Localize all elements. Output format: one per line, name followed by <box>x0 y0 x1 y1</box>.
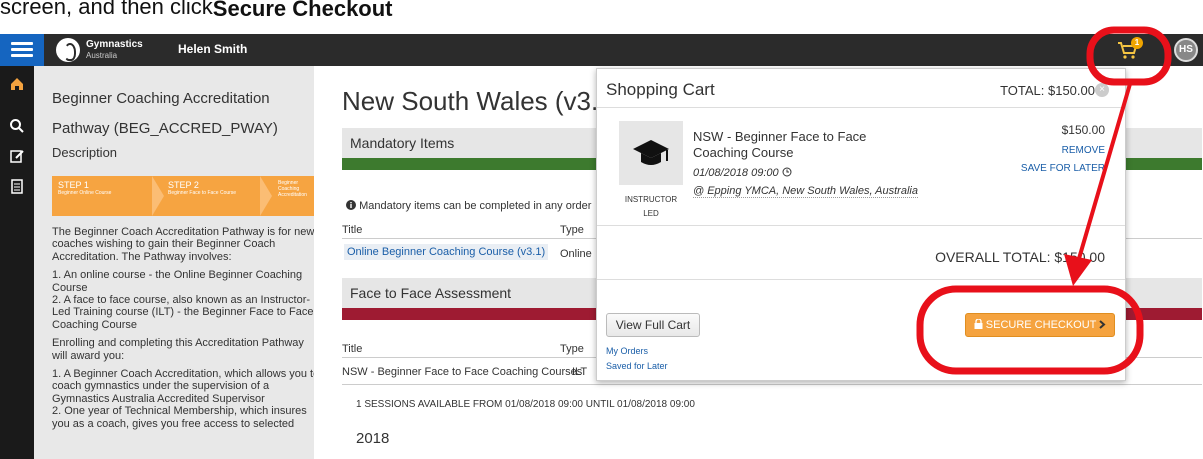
course-link-f2f[interactable]: NSW - Beginner Face to Face Coaching Cou… <box>342 366 582 378</box>
step-title: STEP 2 <box>168 180 199 190</box>
cart-item-price: $150.00 <box>1061 123 1105 137</box>
pathway-title-line2: Pathway (BEG_ACCRED_PWAY) <box>52 120 278 137</box>
pathway-title-line1: Beginner Coaching Accreditation <box>52 90 270 107</box>
overall-total: OVERALL TOTAL: $150.00 <box>935 249 1105 265</box>
format-line: LED <box>643 209 659 218</box>
course-type-f2f: ILT <box>572 366 588 378</box>
cart-title: Shopping Cart <box>606 80 715 99</box>
course-thumbnail <box>619 121 683 185</box>
info-icon <box>346 200 356 210</box>
secure-checkout-label: SECURE CHECKOUT <box>985 319 1097 331</box>
cart-divider <box>597 279 1125 280</box>
top-bar: Gymnastics Australia Helen Smith 1 HS <box>0 34 1203 66</box>
instruction-caption: screen, and then click Secure Checkout <box>0 0 1203 34</box>
chevron-right-icon <box>1099 320 1106 329</box>
pathway-steps: STEP 1 Beginner Online Course STEP 2 Beg… <box>52 176 322 216</box>
table-header-title: Title <box>342 224 363 236</box>
table-header-title: Title <box>342 343 363 355</box>
home-icon[interactable] <box>9 76 25 92</box>
hamburger-menu-icon[interactable] <box>0 34 44 66</box>
avatar[interactable]: HS <box>1174 38 1198 62</box>
secure-checkout-button[interactable]: SECURE CHECKOUT <box>965 313 1115 337</box>
step-2[interactable]: STEP 2 Beginner Face to Face Course <box>168 176 248 216</box>
description-paragraph: The Beginner Coach Accreditation Pathway… <box>52 226 315 263</box>
clipboard-icon[interactable] <box>9 178 25 194</box>
step-separator <box>152 176 164 216</box>
cart-item-name[interactable]: NSW - Beginner Face to Face Coaching Cou… <box>693 129 923 161</box>
mandatory-notice-text: Mandatory items can be completed in any … <box>359 200 592 212</box>
step-title: STEP 1 <box>58 180 89 190</box>
cart-count-badge: 1 <box>1131 37 1143 49</box>
graduation-cap-icon <box>633 140 669 165</box>
cart-total: TOTAL: $150.00 <box>1000 83 1095 98</box>
gymnastics-logo[interactable] <box>56 38 80 62</box>
cart-item-date-text: 01/08/2018 09:00 <box>693 167 779 179</box>
cart-item-location: @ Epping YMCA, New South Wales, Australi… <box>693 185 918 198</box>
table-row: Online Beginner Coaching Course (v3.1) <box>344 244 549 260</box>
close-icon[interactable]: × <box>1095 83 1109 97</box>
edit-icon[interactable] <box>9 148 25 164</box>
description-paragraph: 2. One year of Technical Membership, whi… <box>52 405 307 430</box>
sessions-available: 1 SESSIONS AVAILABLE FROM 01/08/2018 09:… <box>356 399 695 410</box>
user-name: Helen Smith <box>178 42 248 56</box>
course-type-online: Online <box>560 248 592 260</box>
description-paragraph: 2. A face to face course, also known as … <box>52 294 314 331</box>
table-header-type: Type <box>560 343 584 355</box>
search-icon[interactable] <box>9 118 25 134</box>
instruction-prefix: screen, and then click <box>0 0 213 19</box>
clock-icon <box>782 167 792 177</box>
description-paragraph: Enrolling and completing this Accreditat… <box>52 337 304 362</box>
lock-icon <box>974 318 983 329</box>
shopping-cart-popup: Shopping Cart TOTAL: $150.00 × INSTRUCTO… <box>596 68 1126 381</box>
mandatory-notice: Mandatory items can be completed in any … <box>346 200 591 212</box>
step-1[interactable]: STEP 1 Beginner Online Course <box>58 176 138 216</box>
cart-divider <box>597 107 1125 108</box>
course-format-label: INSTRUCTOR LED <box>611 193 691 221</box>
course-link-online[interactable]: Online Beginner Coaching Course (v3.1) <box>344 244 549 260</box>
save-for-later-link[interactable]: SAVE FOR LATER <box>1021 163 1105 174</box>
page-title: New South Wales (v3. <box>342 86 599 116</box>
format-line: INSTRUCTOR <box>624 195 678 204</box>
description-label: Description <box>52 145 118 160</box>
table-header-type: Type <box>560 224 584 236</box>
table-divider <box>342 384 1202 385</box>
side-rail <box>0 66 34 459</box>
year-heading: 2018 <box>356 430 390 447</box>
brand-name: Gymnastics <box>86 39 143 50</box>
step-subtitle: Beginner Face to Face Course <box>168 190 237 196</box>
cart-divider <box>597 225 1125 226</box>
step-separator <box>260 176 272 216</box>
brand-sub: Australia <box>86 51 118 60</box>
remove-link[interactable]: REMOVE <box>1062 145 1105 156</box>
my-orders-link[interactable]: My Orders <box>606 346 648 356</box>
pathway-sidebar: Beginner Coaching Accreditation Pathway … <box>34 66 322 459</box>
description-paragraph: 1. A Beginner Coach Accreditation, which… <box>52 368 320 405</box>
instruction-emphasis: Secure Checkout <box>212 0 393 21</box>
cart-item-date: 01/08/2018 09:00 <box>693 167 792 179</box>
brand: Gymnastics Australia <box>86 39 143 61</box>
view-full-cart-button[interactable]: View Full Cart <box>606 313 700 337</box>
saved-for-later-link[interactable]: Saved for Later <box>606 361 668 371</box>
description-paragraph: 1. An online course - the Online Beginne… <box>52 269 303 294</box>
pathway-description: The Beginner Coach Accreditation Pathway… <box>52 226 320 430</box>
step-subtitle: Beginner Online Course <box>58 190 112 196</box>
